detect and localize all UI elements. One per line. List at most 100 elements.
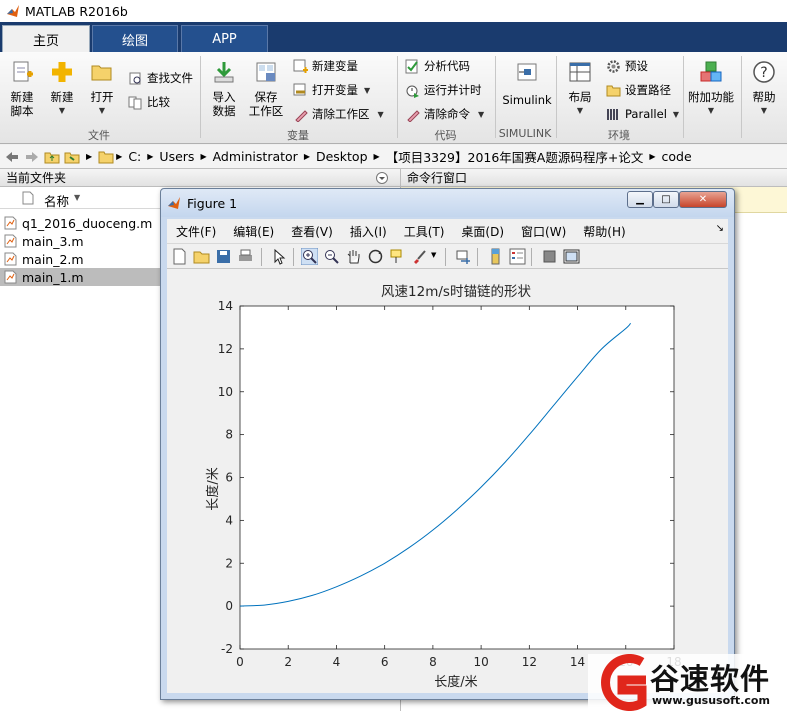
- file-row[interactable]: main_2.m: [0, 250, 160, 268]
- clear-workspace-button[interactable]: 清除工作区 ▼: [293, 104, 384, 124]
- matlab-file-icon: [4, 252, 17, 266]
- pan-hand-icon[interactable]: [345, 248, 362, 265]
- ribbon-separator: [397, 56, 398, 138]
- tab-plots[interactable]: 绘图: [92, 25, 178, 52]
- legend-icon[interactable]: [509, 248, 526, 265]
- menu-help[interactable]: 帮助(H): [583, 223, 625, 240]
- x-tick-label: 10: [473, 655, 488, 669]
- back-arrow-icon[interactable]: [4, 149, 20, 165]
- menu-desktop[interactable]: 桌面(D): [461, 223, 504, 240]
- minimize-icon: ▁: [636, 194, 644, 205]
- file-row[interactable]: q1_2016_duoceng.m: [0, 214, 160, 232]
- set-path-label: 设置路径: [625, 83, 671, 97]
- find-files-button[interactable]: 查找文件: [128, 68, 193, 88]
- import-data-button[interactable]: 导入 数据: [207, 60, 241, 118]
- folder-open-icon: [91, 65, 112, 81]
- breadcrumb-item[interactable]: Users: [159, 149, 194, 164]
- group-label-environment: 环境: [608, 129, 630, 142]
- maximize-button[interactable]: □: [653, 191, 679, 208]
- menu-view[interactable]: 查看(V): [291, 223, 333, 240]
- colorbar-icon[interactable]: [487, 248, 504, 265]
- sort-arrow-icon: ▼: [74, 193, 81, 202]
- open-file-icon[interactable]: [193, 248, 210, 265]
- x-tick-label: 8: [429, 655, 437, 669]
- current-folder-title: 当前文件夹: [6, 171, 67, 185]
- rotate-3d-icon[interactable]: [367, 248, 384, 265]
- analyze-code-button[interactable]: 分析代码: [405, 56, 470, 76]
- addons-icon: [700, 61, 722, 82]
- show-plot-tools-icon[interactable]: [563, 248, 580, 265]
- preferences-button[interactable]: 预设: [606, 56, 648, 76]
- toolbar-separator: [477, 248, 478, 266]
- breadcrumb-item[interactable]: Administrator: [213, 149, 298, 164]
- save-icon[interactable]: [215, 248, 232, 265]
- close-button[interactable]: ✕: [679, 191, 727, 208]
- menu-insert[interactable]: 插入(I): [350, 223, 387, 240]
- menu-file[interactable]: 文件(F): [176, 223, 216, 240]
- help-button[interactable]: ? 帮助 ▼: [747, 60, 781, 118]
- chevron-right-icon: ▶: [373, 152, 380, 161]
- simulink-button[interactable]: Simulink: [502, 60, 552, 107]
- x-tick-label: 2: [284, 655, 292, 669]
- figure-canvas[interactable]: 024681012141618-202468101214 风速12m/s时锚链的…: [167, 269, 728, 693]
- pointer-icon[interactable]: [271, 248, 288, 265]
- name-column-header[interactable]: 名称 ▼: [0, 187, 160, 209]
- print-icon[interactable]: [237, 248, 254, 265]
- hide-plot-tools-icon[interactable]: [541, 248, 558, 265]
- open-variable-button[interactable]: 打开变量 ▼: [293, 80, 370, 100]
- new-script-label-1: 新建: [10, 90, 34, 104]
- chevron-right-icon: ▶: [649, 152, 656, 161]
- import-icon: [214, 62, 234, 83]
- y-tick-label: 14: [218, 299, 233, 313]
- file-row-selected[interactable]: main_1.m: [0, 268, 160, 286]
- open-button[interactable]: 打开 ▼: [86, 60, 118, 118]
- file-row[interactable]: main_3.m: [0, 232, 160, 250]
- compare-button[interactable]: 比较: [128, 92, 170, 112]
- chevron-down-icon: ▼: [377, 109, 384, 119]
- save-workspace-button[interactable]: 保存 工作区: [247, 60, 285, 118]
- addons-label: 附加功能: [688, 90, 734, 104]
- panel-menu-icon[interactable]: [376, 172, 388, 184]
- set-path-button[interactable]: 设置路径: [606, 80, 671, 100]
- watermark-url: www.gususoft.com: [652, 694, 770, 707]
- data-cursor-icon[interactable]: [389, 248, 406, 265]
- menu-tools[interactable]: 工具(T): [404, 223, 445, 240]
- breadcrumb-item[interactable]: Desktop: [316, 149, 368, 164]
- breadcrumb-item[interactable]: 【项目3329】2016年国赛A题源码程序+论文: [386, 147, 644, 166]
- breadcrumb-item[interactable]: C:: [128, 149, 141, 164]
- menu-edit[interactable]: 编辑(E): [233, 223, 274, 240]
- app-title: MATLAB R2016b: [25, 3, 128, 19]
- simulink-icon: [517, 63, 537, 81]
- new-button[interactable]: 新建 ▼: [46, 60, 78, 118]
- new-variable-button[interactable]: 新建变量: [293, 56, 358, 76]
- chevron-down-icon: ▼: [478, 109, 485, 119]
- chevron-down-icon[interactable]: ▼: [431, 251, 436, 259]
- matlab-logo-icon: [168, 197, 180, 209]
- open-variable-icon: [293, 83, 306, 95]
- minimize-button[interactable]: ▁: [627, 191, 653, 208]
- clear-commands-button[interactable]: 清除命令 ▼: [405, 104, 484, 124]
- browse-folder-icon[interactable]: [64, 149, 80, 165]
- tab-home[interactable]: 主页: [2, 25, 90, 52]
- address-bar: ▶ ▶ C: ▶ Users ▶ Administrator ▶ Desktop…: [0, 145, 787, 169]
- layout-button[interactable]: 布局 ▼: [563, 60, 597, 118]
- run-and-time-button[interactable]: 运行并计时: [405, 80, 482, 100]
- parallel-button[interactable]: Parallel ▼: [606, 104, 679, 124]
- forward-arrow-icon[interactable]: [24, 149, 40, 165]
- zoom-in-icon[interactable]: [301, 248, 318, 265]
- dock-arrow-icon[interactable]: ↘: [716, 223, 724, 234]
- up-folder-icon[interactable]: [44, 149, 60, 165]
- new-figure-icon[interactable]: [171, 248, 188, 265]
- breadcrumb-item[interactable]: code: [662, 149, 692, 164]
- matlab-file-icon: [4, 216, 17, 230]
- tab-apps[interactable]: APP: [181, 25, 268, 52]
- addons-button[interactable]: 附加功能 ▼: [687, 60, 735, 118]
- current-folder-header: 当前文件夹: [0, 169, 400, 187]
- new-script-button[interactable]: 新建 脚本: [6, 60, 38, 118]
- figure-window: Figure 1 ▁ □ ✕ 文件(F) 编辑(E) 查看(V) 插入(I) 工…: [160, 188, 735, 700]
- zoom-out-icon[interactable]: [323, 248, 340, 265]
- link-plot-icon[interactable]: [455, 248, 472, 265]
- ribbon-separator: [200, 56, 201, 138]
- menu-window[interactable]: 窗口(W): [521, 223, 566, 240]
- brush-icon[interactable]: [411, 248, 428, 265]
